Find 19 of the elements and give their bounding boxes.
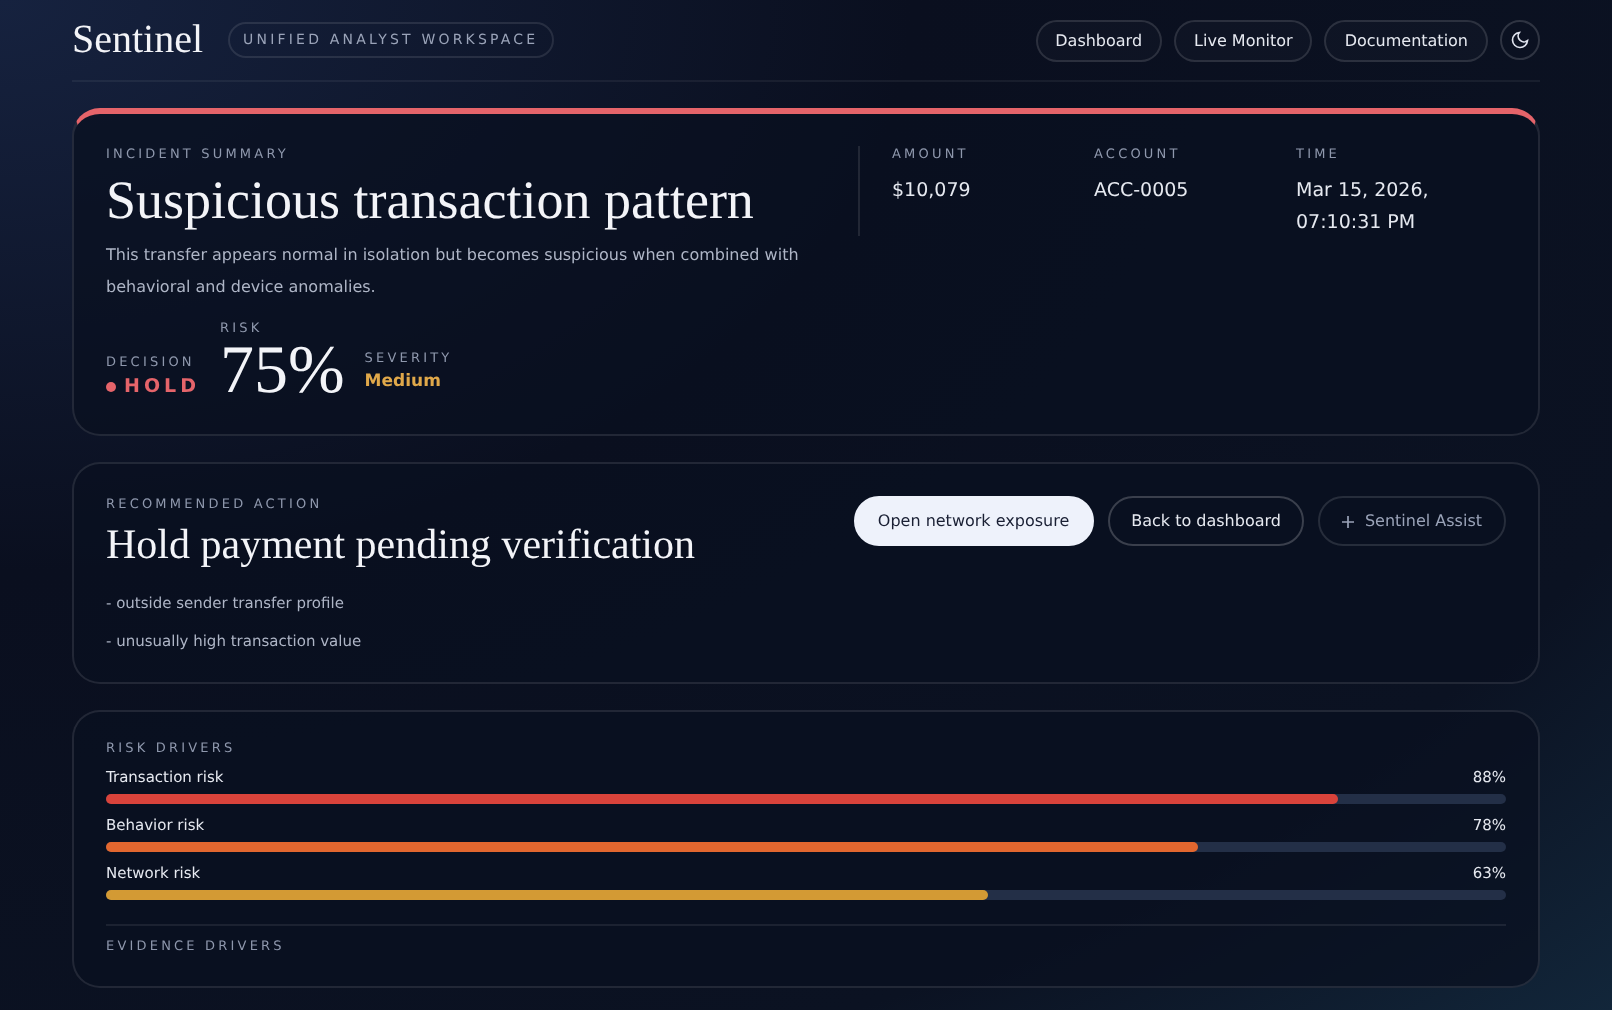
- moon-icon: [1510, 30, 1530, 50]
- plus-icon: [1342, 515, 1355, 527]
- action-title: Hold payment pending verification: [106, 520, 698, 570]
- action-button[interactable]: Back to dashboard: [1107, 496, 1305, 546]
- fact-value: Mar 15, 2026, 07:10:31 PM: [1296, 178, 1431, 238]
- action-button[interactable]: Sentinel Assist: [1318, 496, 1506, 546]
- action-button[interactable]: Open network exposure: [853, 496, 1094, 546]
- nav-button[interactable]: Live Monitor: [1174, 19, 1313, 61]
- severity-value: Medium: [364, 372, 443, 392]
- fact-value: $10,079: [892, 178, 973, 206]
- decision-value: HOLD: [124, 376, 200, 398]
- brand-logo: Sentinel: [72, 17, 204, 63]
- nav-button[interactable]: Dashboard: [1035, 19, 1163, 61]
- incident-title: Suspicious transaction pattern: [106, 170, 756, 232]
- fact-value: ACC-0005: [1094, 178, 1191, 206]
- nav-button[interactable]: Documentation: [1324, 19, 1488, 61]
- risk-value: 75%: [219, 342, 345, 402]
- incident-description: This transfer appears normal in isolation but becomes suspicious when combined with behavioral and device anomalies.: [106, 244, 801, 300]
- theme-toggle-button[interactable]: [1500, 20, 1540, 60]
